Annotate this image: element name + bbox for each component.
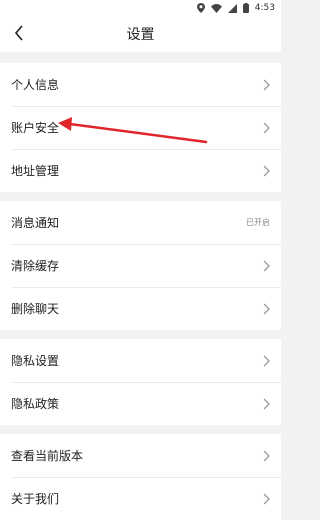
settings-row-label: 查看当前版本 xyxy=(11,449,84,463)
settings-row-label: 关于我们 xyxy=(11,492,60,506)
chevron-right-icon xyxy=(263,355,270,367)
settings-row-label: 地址管理 xyxy=(11,164,60,178)
chevron-right-icon xyxy=(263,122,270,134)
settings-row-address[interactable]: 地址管理 xyxy=(0,149,281,192)
settings-row-account-security[interactable]: 账户安全 xyxy=(0,106,281,149)
chevron-right-icon xyxy=(263,450,270,462)
notification-status: 已开启 xyxy=(246,218,270,227)
chevron-right-icon xyxy=(263,398,270,410)
chevron-right-icon xyxy=(263,165,270,177)
back-arrow-icon xyxy=(14,25,24,45)
settings-row-notifications[interactable]: 消息通知 已开启 xyxy=(0,201,281,244)
settings-group-about: 查看当前版本 关于我们 xyxy=(0,434,281,520)
settings-row-label: 个人信息 xyxy=(11,78,60,92)
group-divider xyxy=(0,192,281,201)
settings-row-privacy-settings[interactable]: 隐私设置 xyxy=(0,339,281,382)
settings-row-privacy-policy[interactable]: 隐私政策 xyxy=(0,382,281,425)
signal-icon xyxy=(227,3,237,13)
settings-row-personal-info[interactable]: 个人信息 xyxy=(0,63,281,106)
wifi-icon xyxy=(210,3,222,13)
settings-group-account: 个人信息 账户安全 地址管理 xyxy=(0,63,281,192)
chevron-right-icon xyxy=(263,303,270,315)
settings-row-version[interactable]: 查看当前版本 xyxy=(0,434,281,477)
settings-row-delete-chats[interactable]: 删除聊天 xyxy=(0,287,281,330)
settings-row-clear-cache[interactable]: 清除缓存 xyxy=(0,244,281,287)
settings-row-label: 账户安全 xyxy=(11,121,60,135)
page-title: 设置 xyxy=(126,27,155,43)
battery-icon xyxy=(242,3,249,13)
settings-row-label: 删除聊天 xyxy=(11,302,60,316)
settings-group-general: 消息通知 已开启 清除缓存 删除聊天 xyxy=(0,201,281,330)
back-button[interactable] xyxy=(8,24,30,46)
settings-row-right: 已开启 xyxy=(246,217,270,228)
group-divider xyxy=(0,425,281,434)
settings-row-label: 消息通知 xyxy=(11,216,60,230)
title-bar: 设置 xyxy=(0,16,281,52)
chevron-right-icon xyxy=(263,79,270,91)
settings-row-label: 隐私设置 xyxy=(11,354,60,368)
settings-group-privacy: 隐私设置 隐私政策 xyxy=(0,339,281,425)
group-divider xyxy=(0,330,281,339)
chevron-right-icon xyxy=(263,260,270,272)
location-icon xyxy=(196,3,205,13)
settings-row-label: 隐私政策 xyxy=(11,397,60,411)
status-time: 4:53 xyxy=(254,3,275,13)
status-bar: 4:53 xyxy=(0,0,281,16)
chevron-right-icon xyxy=(263,493,270,505)
settings-row-about-us[interactable]: 关于我们 xyxy=(0,477,281,520)
group-divider xyxy=(0,52,281,63)
settings-row-label: 清除缓存 xyxy=(11,259,60,273)
